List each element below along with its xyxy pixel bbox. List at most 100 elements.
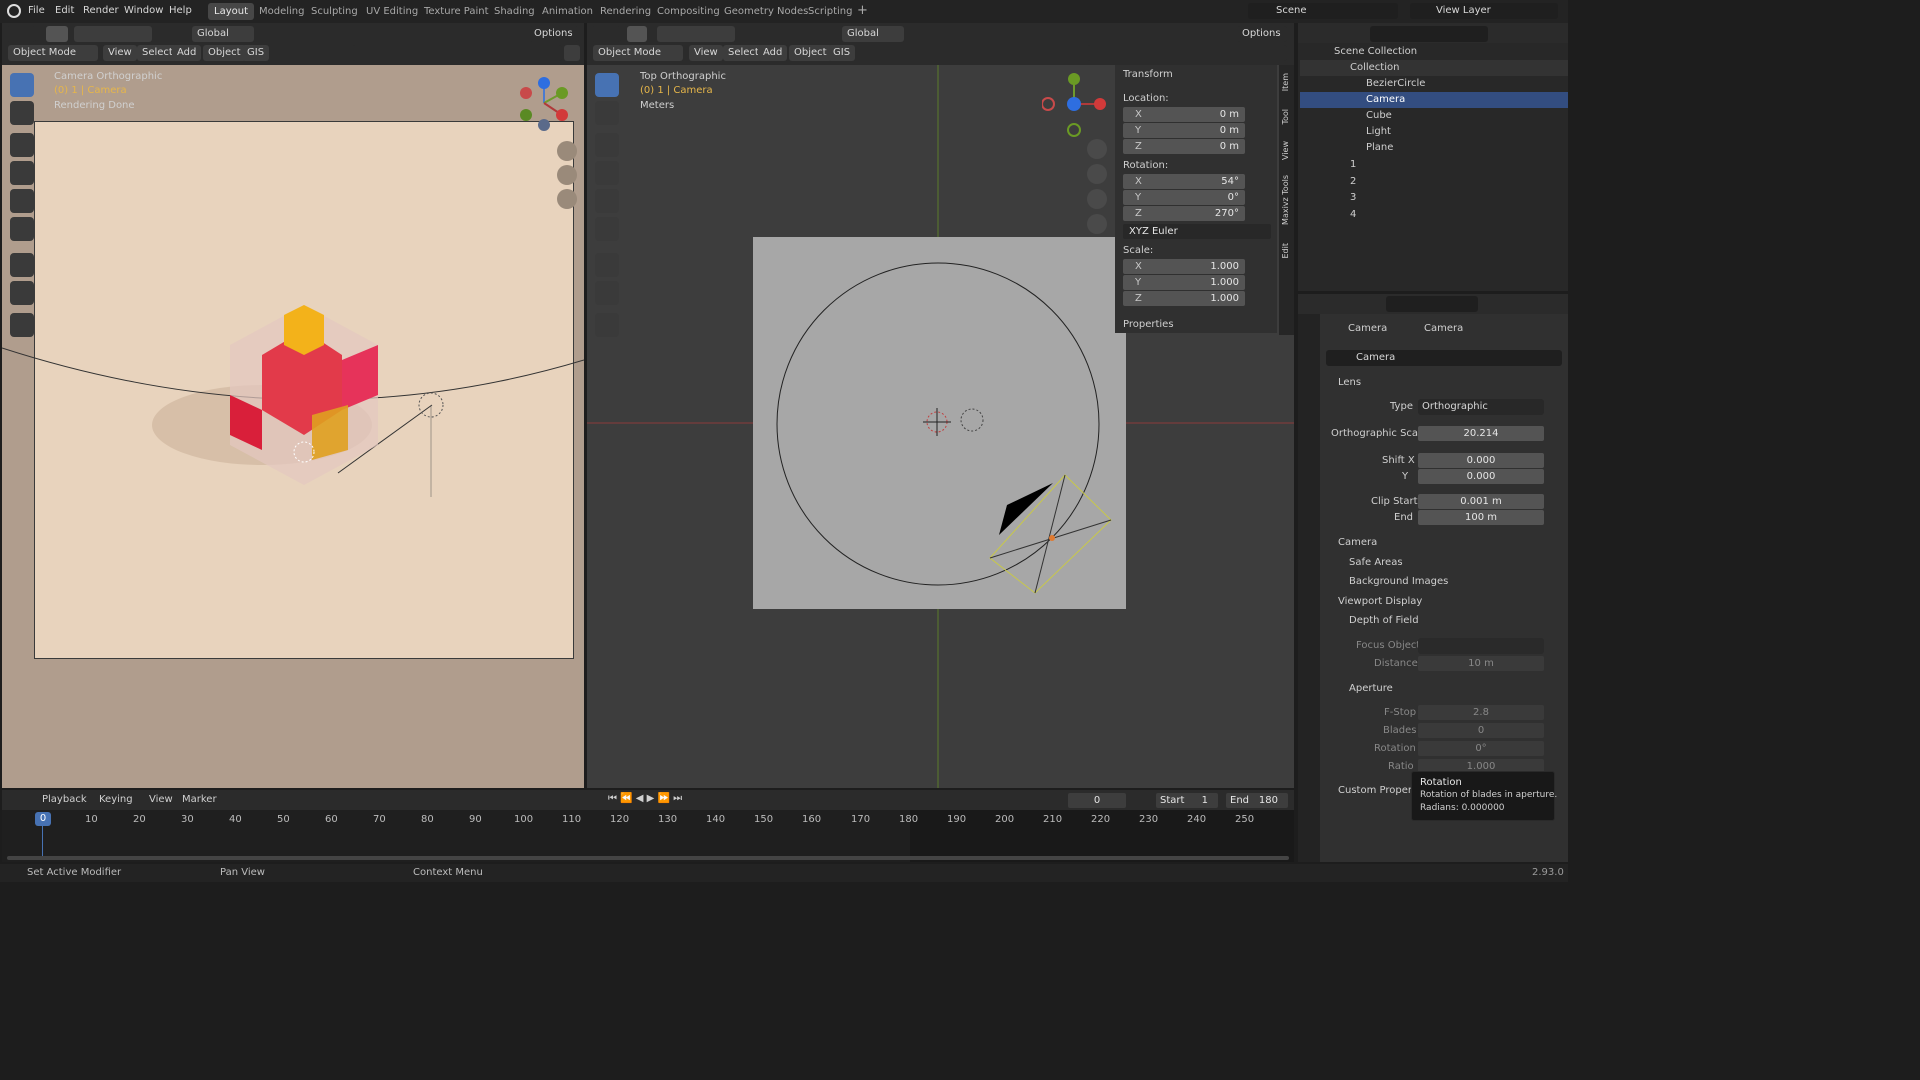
rotate-tool-icon[interactable] xyxy=(595,161,619,185)
camera-view-icon[interactable] xyxy=(1087,189,1107,209)
tab-animation[interactable]: Animation xyxy=(536,3,599,20)
select-mode-icons[interactable] xyxy=(74,26,152,42)
end-frame-field[interactable]: End 180 xyxy=(1226,793,1288,808)
select-mode-icons[interactable] xyxy=(657,26,735,42)
aperture-header[interactable]: Aperture xyxy=(1349,683,1393,694)
menu-add[interactable]: Add xyxy=(172,45,202,61)
scene-selector[interactable]: Scene xyxy=(1248,3,1398,19)
blender-logo-icon[interactable] xyxy=(7,4,21,18)
add-cube-tool-icon[interactable] xyxy=(10,313,34,337)
object-mode-select[interactable]: Object Mode xyxy=(8,45,98,61)
grid-view-icon[interactable] xyxy=(1087,214,1107,234)
transform-tool-icon[interactable] xyxy=(595,217,619,241)
fstop-field[interactable]: 2.8 xyxy=(1418,705,1544,720)
panel-background-images[interactable]: Background Images xyxy=(1349,576,1448,587)
move-tool-icon[interactable] xyxy=(10,133,34,157)
menu-add[interactable]: Add xyxy=(758,45,788,61)
rotation-z-field[interactable]: Z 270° xyxy=(1123,206,1245,221)
location-x-field[interactable]: X 0 m xyxy=(1123,107,1245,122)
transform-tool-icon[interactable] xyxy=(10,217,34,241)
properties-header[interactable]: Properties xyxy=(1123,319,1174,330)
tab-tool[interactable]: Tool xyxy=(1281,109,1290,125)
tab-item[interactable]: Item xyxy=(1281,73,1290,91)
menu-edit[interactable]: Edit xyxy=(55,5,74,16)
shift-y-field[interactable]: 0.000 xyxy=(1418,469,1544,484)
tab-modeling[interactable]: Modeling xyxy=(253,3,311,20)
timeline-menu-playback[interactable]: Playback xyxy=(42,794,87,805)
scale-tool-icon[interactable] xyxy=(595,189,619,213)
viewport-shading-buttons[interactable] xyxy=(352,45,562,61)
transform-header[interactable]: Transform xyxy=(1123,69,1173,80)
scale-y-field[interactable]: Y 1.000 xyxy=(1123,275,1245,290)
lens-panel-header[interactable]: Lens xyxy=(1338,377,1361,388)
select-tool-icon[interactable] xyxy=(627,26,647,42)
panel-viewport-display[interactable]: Viewport Display xyxy=(1338,596,1422,607)
measure-tool-icon[interactable] xyxy=(10,281,34,305)
tab-shading[interactable]: Shading xyxy=(488,3,541,20)
cursor-tool-icon[interactable] xyxy=(595,101,619,125)
tab-uv-editing[interactable]: UV Editing xyxy=(360,3,424,20)
options-button[interactable]: Options xyxy=(1237,26,1287,42)
left-viewport[interactable]: Global Options Object Mode View Select A… xyxy=(2,23,584,788)
panel-custom-properties[interactable]: Custom Properti xyxy=(1338,785,1419,796)
tab-scripting[interactable]: Scripting xyxy=(802,3,858,20)
outliner-collection-3[interactable]: 3 xyxy=(1300,190,1568,206)
lens-type-select[interactable]: Orthographic xyxy=(1418,399,1544,415)
navigation-gizmo[interactable] xyxy=(516,75,576,135)
tab-maxivz-tools[interactable]: Maxivz Tools xyxy=(1281,175,1290,225)
tab-view[interactable]: View xyxy=(1281,141,1290,160)
timeline-menu-marker[interactable]: Marker xyxy=(182,794,217,805)
view-layer-selector[interactable]: View Layer xyxy=(1410,3,1558,19)
properties-search[interactable] xyxy=(1386,296,1478,312)
outliner-collection-4[interactable]: 4 xyxy=(1300,207,1568,223)
tab-rendering[interactable]: Rendering xyxy=(594,3,657,20)
scale-x-field[interactable]: X 1.000 xyxy=(1123,259,1245,274)
toggle-sidebar-button[interactable] xyxy=(564,45,580,61)
add-workspace-icon[interactable]: + xyxy=(857,3,868,18)
tab-texture-paint[interactable]: Texture Paint xyxy=(418,3,495,20)
rotate-tool-icon[interactable] xyxy=(10,161,34,185)
timeline-menu-keying[interactable]: Keying xyxy=(99,794,133,805)
menu-window[interactable]: Window xyxy=(124,5,163,16)
select-box-tool-icon[interactable] xyxy=(595,73,619,97)
zoom-icon[interactable] xyxy=(557,141,577,161)
clip-start-field[interactable]: 0.001 m xyxy=(1418,494,1544,509)
panel-depth-of-field[interactable]: Depth of Field xyxy=(1349,615,1419,626)
scale-z-field[interactable]: Z 1.000 xyxy=(1123,291,1245,306)
panel-safe-areas[interactable]: Safe Areas xyxy=(1349,557,1403,568)
rotation-y-field[interactable]: Y 0° xyxy=(1123,190,1245,205)
add-cube-tool-icon[interactable] xyxy=(595,313,619,337)
zoom-icon[interactable] xyxy=(1087,139,1107,159)
orientation-select[interactable]: Global xyxy=(192,26,254,42)
outliner-collection-1[interactable]: 1 xyxy=(1300,157,1568,173)
outliner-collection[interactable]: Collection xyxy=(1300,60,1568,76)
menu-view[interactable]: View xyxy=(103,45,137,61)
pan-hand-icon[interactable] xyxy=(1087,164,1107,184)
options-button[interactable]: Options xyxy=(529,26,579,42)
location-z-field[interactable]: Z 0 m xyxy=(1123,139,1245,154)
outliner-search[interactable] xyxy=(1370,26,1488,42)
viewport-shading-buttons[interactable] xyxy=(1087,45,1287,61)
playhead[interactable]: 0 xyxy=(35,812,51,826)
outliner-item-cube[interactable]: Cube xyxy=(1300,108,1568,124)
focus-object-field[interactable] xyxy=(1418,638,1544,654)
orientation-select[interactable]: Global xyxy=(842,26,904,42)
pan-hand-icon[interactable] xyxy=(557,165,577,185)
properties-tabs[interactable] xyxy=(1298,314,1320,862)
distance-field[interactable]: 10 m xyxy=(1418,656,1544,671)
menu-object[interactable]: Object xyxy=(789,45,832,61)
object-mode-select[interactable]: Object Mode xyxy=(593,45,683,61)
panel-camera[interactable]: Camera xyxy=(1338,537,1377,548)
outliner-root[interactable]: Scene Collection xyxy=(1300,44,1568,60)
timeline-scrollbar[interactable] xyxy=(7,856,1289,860)
aperture-rotation-field[interactable]: 0° xyxy=(1418,741,1544,756)
outliner-item-plane[interactable]: Plane xyxy=(1300,140,1568,156)
shift-x-field[interactable]: 0.000 xyxy=(1418,453,1544,468)
select-tool-icon[interactable] xyxy=(46,26,68,42)
outliner-item-beziercircle[interactable]: BezierCircle xyxy=(1300,76,1568,92)
annotate-tool-icon[interactable] xyxy=(595,253,619,277)
outliner-item-light[interactable]: Light xyxy=(1300,124,1568,140)
menu-view[interactable]: View xyxy=(689,45,723,61)
camera-data-field[interactable]: Camera xyxy=(1326,350,1562,366)
menu-gis[interactable]: GIS xyxy=(242,45,270,61)
